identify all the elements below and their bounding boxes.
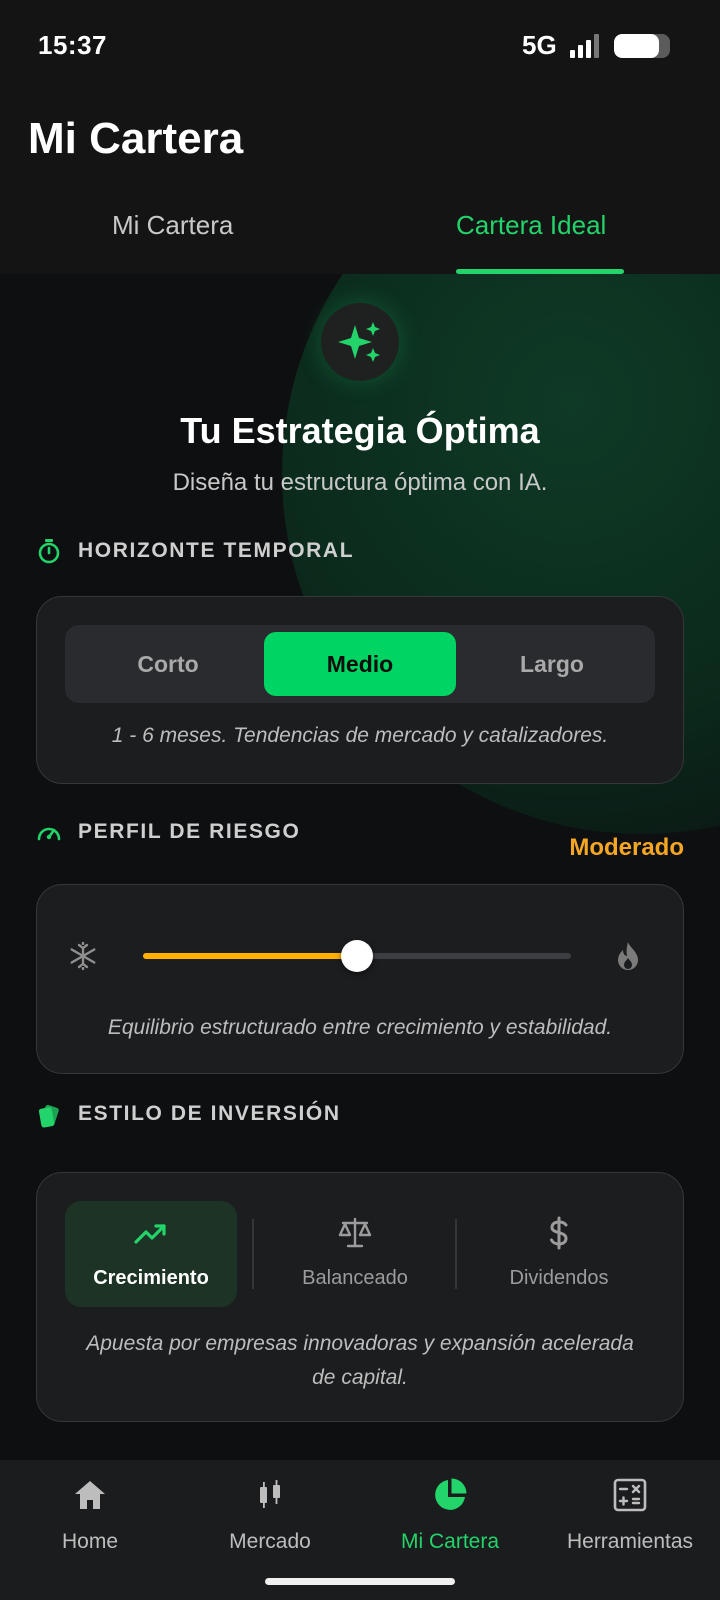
nav-herramientas[interactable]: Herramientas [540, 1460, 720, 1570]
style-option-label: Dividendos [509, 1267, 609, 1289]
battery-icon [614, 34, 670, 58]
risk-description: Equilibrio estructurado entre crecimient… [107, 1016, 613, 1039]
strategy-subtitle: Diseña tu estructura óptima con IA. [172, 469, 548, 496]
stopwatch-icon [38, 539, 60, 564]
status-bar: 15:37 5G [0, 0, 720, 92]
horizon-description: 1 - 6 meses. Tendencias de mercado y cat… [111, 724, 609, 747]
horizon-option-medio[interactable]: Medio [264, 632, 456, 696]
style-label: ESTILO DE INVERSIÓN [78, 1102, 341, 1125]
risk-slider-fill [143, 953, 357, 959]
sparkles-icon [321, 303, 399, 381]
style-option-label: Balanceado [302, 1267, 408, 1289]
bottom-navigation: Home Mercado Mi Cartera Herramientas [0, 1460, 720, 1600]
nav-mercado[interactable]: Mercado [180, 1460, 360, 1570]
nav-label: Herramientas [566, 1530, 694, 1553]
risk-card: Equilibrio estructurado entre crecimient… [36, 884, 684, 1074]
risk-label: PERFIL DE RIESGO [78, 820, 301, 843]
gauge-icon [37, 827, 61, 841]
pie-chart-icon [435, 1478, 467, 1510]
style-description-line-2: de capital. [312, 1366, 408, 1389]
horizon-card: Corto Medio Largo 1 - 6 meses. Tendencia… [36, 596, 684, 784]
risk-slider[interactable] [143, 940, 571, 972]
app-header: Mi Cartera Mi Cartera Cartera Ideal [0, 92, 720, 274]
strategy-title: Tu Estrategia Óptima [180, 410, 540, 451]
home-icon [75, 1481, 105, 1509]
tab-cartera-ideal[interactable]: Cartera Ideal [456, 210, 606, 241]
snowflake-icon [70, 941, 96, 971]
style-option-balanceado[interactable]: Balanceado [269, 1201, 441, 1307]
trending-up-icon [134, 1224, 166, 1244]
status-time: 15:37 [38, 30, 107, 60]
nav-label: Mi Cartera [400, 1530, 500, 1553]
style-option-label: Crecimiento [93, 1267, 209, 1289]
page-title: Mi Cartera [28, 114, 244, 163]
nav-mi-cartera[interactable]: Mi Cartera [360, 1460, 540, 1570]
nav-home[interactable]: Home [0, 1460, 180, 1570]
horizon-label: HORIZONTE TEMPORAL [78, 539, 355, 562]
cards-icon [38, 1104, 59, 1128]
horizon-option-corto[interactable]: Corto [72, 632, 264, 696]
horizon-option-largo[interactable]: Largo [456, 632, 648, 696]
style-card: Crecimiento Balanceado Dividendos Apuest… [36, 1172, 684, 1422]
signal-icon [570, 34, 604, 58]
style-divider [252, 1219, 254, 1289]
network-type: 5G [522, 30, 557, 60]
dollar-icon [550, 1216, 568, 1250]
candlestick-icon [260, 1480, 280, 1508]
home-indicator[interactable] [265, 1578, 455, 1585]
horizon-selector: Corto Medio Largo [65, 625, 655, 703]
risk-slider-thumb[interactable] [341, 940, 373, 972]
style-divider [455, 1219, 457, 1289]
style-option-crecimiento[interactable]: Crecimiento [65, 1201, 237, 1307]
tab-mi-cartera[interactable]: Mi Cartera [112, 210, 233, 241]
style-description: Apuesta por empresas innovadoras y expan… [37, 1327, 683, 1395]
nav-label: Home [61, 1530, 119, 1553]
style-option-dividendos[interactable]: Dividendos [473, 1201, 645, 1307]
nav-label: Mercado [229, 1530, 311, 1553]
scale-icon [338, 1217, 372, 1248]
calculator-icon [613, 1478, 647, 1512]
style-description-line-1: Apuesta por empresas innovadoras y expan… [86, 1332, 634, 1355]
main-content[interactable]: Tu Estrategia Óptima Diseña tu estructur… [0, 274, 720, 1460]
risk-value: Moderado [569, 834, 684, 861]
flame-icon [618, 942, 638, 970]
